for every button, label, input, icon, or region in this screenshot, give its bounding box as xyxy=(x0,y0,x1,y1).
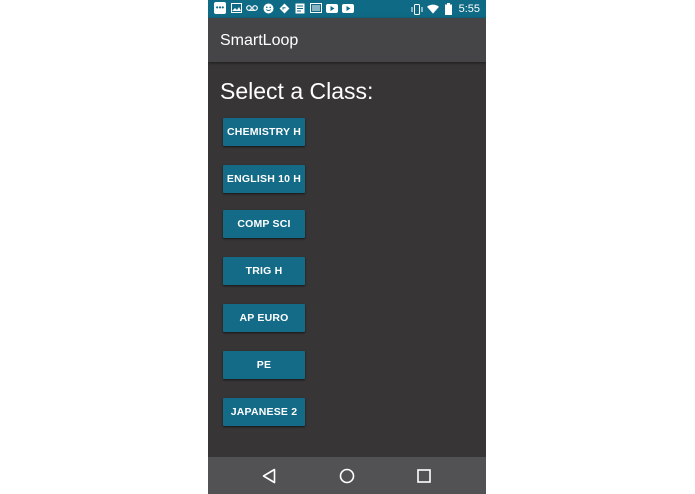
vibrate-icon xyxy=(411,3,423,15)
class-button-comp-sci[interactable]: COMP SCI xyxy=(223,210,305,238)
page-title: Select a Class: xyxy=(220,78,374,104)
system-status-icons: 5:55 xyxy=(411,2,480,16)
class-button-ap-euro[interactable]: AP EURO xyxy=(223,304,305,332)
navigation-bar xyxy=(208,457,486,494)
image-icon xyxy=(230,2,242,14)
phone-screen: ••• 5:55 SmartLoop Select a Class: CHEMI… xyxy=(208,0,486,494)
home-icon[interactable] xyxy=(338,467,356,485)
back-icon[interactable] xyxy=(260,467,278,485)
smiley-icon xyxy=(262,2,274,14)
status-bar: ••• 5:55 xyxy=(208,0,486,18)
recents-icon[interactable] xyxy=(415,467,433,485)
notification-icons: ••• xyxy=(214,2,354,14)
status-time: 5:55 xyxy=(458,3,480,15)
youtube-icon xyxy=(342,2,354,14)
class-button-chemistry-h[interactable]: CHEMISTRY H xyxy=(223,118,305,146)
navigation-icon xyxy=(278,2,290,14)
app-title: SmartLoop xyxy=(220,32,299,49)
app-bar: SmartLoop xyxy=(208,18,486,62)
newspaper-icon xyxy=(310,2,322,14)
chat-icon: ••• xyxy=(214,2,226,14)
class-button-english-10-h[interactable]: ENGLISH 10 H xyxy=(223,165,305,193)
document-icon xyxy=(294,2,306,14)
wifi-icon xyxy=(426,3,439,15)
class-button-japanese-2[interactable]: JAPANESE 2 xyxy=(223,398,305,426)
class-button-pe[interactable]: PE xyxy=(223,351,305,379)
youtube-icon xyxy=(326,2,338,14)
class-button-trig-h[interactable]: TRIG H xyxy=(223,257,305,285)
battery-icon xyxy=(443,3,455,15)
voicemail-icon xyxy=(246,2,258,14)
